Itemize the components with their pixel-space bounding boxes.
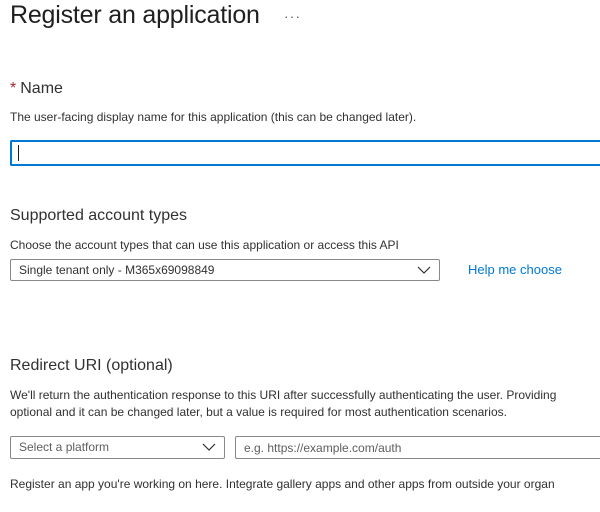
account-type-dropdown[interactable]: Single tenant only - M365x69098849 (10, 259, 440, 281)
chevron-down-icon (417, 266, 431, 274)
platform-dropdown[interactable]: Select a platform (10, 436, 225, 459)
page-title: Register an application (10, 1, 260, 29)
name-description: The user-facing display name for this ap… (10, 110, 417, 124)
footer-text: Register an app you're working on here. … (10, 477, 555, 491)
account-types-description: Choose the account types that can use th… (10, 238, 399, 252)
account-type-selected-value: Single tenant only - M365x69098849 (19, 263, 215, 277)
text-cursor (18, 145, 19, 161)
redirect-uri-input[interactable]: e.g. https://example.com/auth (235, 436, 600, 459)
required-marker: * (10, 80, 17, 97)
platform-placeholder: Select a platform (19, 440, 110, 454)
name-field-label: * Name (10, 80, 63, 98)
account-types-label: Supported account types (10, 207, 188, 224)
redirect-uri-description-line1: We'll return the authentication response… (10, 388, 557, 402)
name-label-text: Name (20, 80, 63, 97)
redirect-uri-label: Redirect URI (optional) (10, 357, 173, 374)
chevron-down-icon (202, 443, 216, 451)
redirect-uri-description-line2: optional and it can be changed later, bu… (10, 405, 507, 419)
more-options-icon[interactable]: ··· (284, 8, 301, 24)
redirect-uri-placeholder: e.g. https://example.com/auth (244, 441, 402, 455)
help-me-choose-link[interactable]: Help me choose (468, 262, 562, 277)
name-input[interactable] (10, 140, 600, 166)
